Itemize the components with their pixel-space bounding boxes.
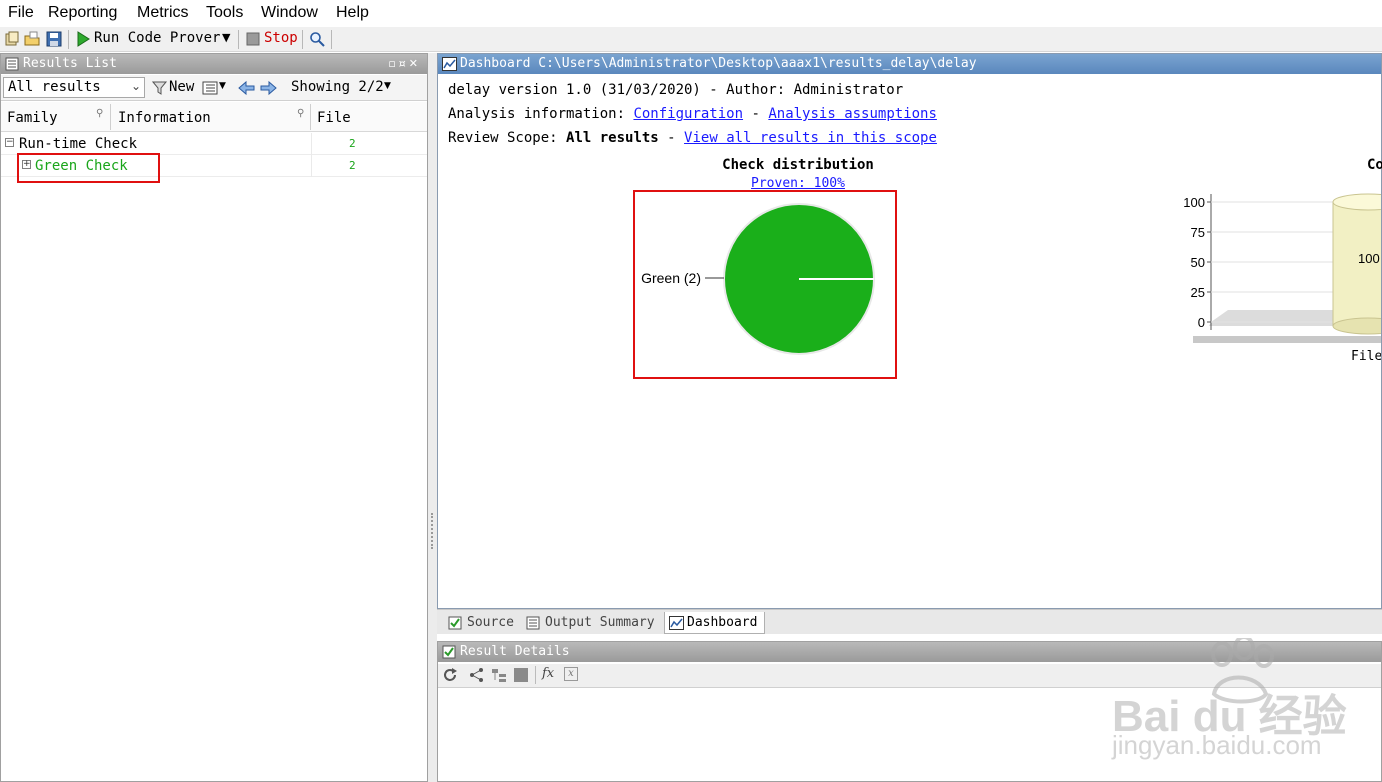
proven-percent-link[interactable]: Proven: 100% (751, 176, 845, 191)
column-header-family[interactable]: Family (7, 110, 58, 126)
results-filter-value: All results (8, 79, 101, 95)
dashboard-title-bar: Dashboard C:\Users\Administrator\Desktop… (438, 54, 1381, 74)
bar-value-label: 100 (1358, 251, 1380, 266)
chart-base (1193, 336, 1381, 343)
tree-row-count: 2 (349, 137, 356, 150)
review-scope-label: Review Scope: (448, 130, 558, 146)
new-project-icon[interactable] (4, 31, 20, 47)
menu-bar: File Reporting Metrics Tools Window Help (0, 0, 1382, 27)
panel-controls-icon[interactable]: ▫¤✕ (388, 54, 421, 74)
review-scope-value: All results (566, 130, 659, 146)
search-icon[interactable] (309, 31, 325, 47)
save-icon[interactable] (46, 31, 62, 47)
columns-icon[interactable] (202, 80, 218, 96)
bottom-tab-bar: Source Output Summary Dashboard (437, 609, 1382, 634)
configuration-link[interactable]: Configuration (633, 106, 743, 122)
list-icon (5, 57, 19, 71)
tab-output-summary[interactable]: Output Summary (523, 612, 655, 634)
previous-arrow-icon[interactable] (238, 80, 255, 96)
tab-source[interactable]: Source (445, 612, 514, 634)
clear-variable-icon[interactable]: x (564, 667, 578, 681)
information-filter-icon[interactable]: ⚲ (297, 108, 304, 119)
y-tick-label: 100 (1183, 195, 1205, 210)
y-tick-label: 50 (1191, 255, 1205, 270)
separator-dash: - (751, 106, 760, 122)
tree-row-label: Run-time Check (19, 136, 138, 152)
stop-icon[interactable] (245, 31, 261, 47)
dashboard-title: Dashboard C:\Users\Administrator\Desktop… (460, 56, 977, 71)
x-category-label: File (1351, 349, 1381, 364)
filter-icon[interactable] (152, 80, 168, 96)
refresh-icon[interactable] (442, 667, 458, 683)
analysis-info-line: Analysis information: Configuration - An… (448, 106, 937, 122)
menu-reporting[interactable]: Reporting (48, 4, 117, 22)
review-scope-line: Review Scope: All results - View all res… (448, 130, 937, 146)
new-filter-button[interactable]: New (169, 79, 194, 95)
version-line: delay version 1.0 (31/03/2020) - Author:… (448, 82, 904, 98)
output-summary-icon (526, 616, 540, 630)
y-tick-label: 75 (1191, 225, 1205, 240)
check-distribution-title: Check distribution (722, 157, 874, 173)
results-filter-bar: All results ⌄ New ▼ Showing 2/2 ▼ (1, 75, 427, 101)
results-list-panel: Results List ▫¤✕ All results ⌄ New ▼ Sho… (0, 53, 428, 782)
run-code-prover-button[interactable]: Run Code Prover (94, 30, 220, 46)
run-dropdown-icon[interactable]: ▼ (222, 31, 230, 44)
chart2-title: Co (1367, 157, 1382, 173)
results-filter-select[interactable]: All results ⌄ (3, 77, 145, 98)
results-list-title: Results List (23, 56, 117, 71)
annotation-highlight-box (17, 153, 160, 183)
menu-window[interactable]: Window (261, 4, 318, 22)
next-arrow-icon[interactable] (260, 80, 277, 96)
result-details-title: Result Details (460, 644, 570, 659)
columns-dropdown-icon[interactable]: ▼ (219, 81, 226, 91)
analysis-assumptions-link[interactable]: Analysis assumptions (768, 106, 937, 122)
watermark-url: jingyan.baidu.com (1112, 730, 1322, 760)
variable-icon[interactable] (513, 667, 529, 683)
annotation-highlight-box (633, 190, 897, 379)
dashboard-panel: Dashboard C:\Users\Administrator\Desktop… (437, 53, 1382, 609)
source-check-icon (448, 616, 462, 630)
coverage-bar-chart: 0 25 50 75 100 100 File (1183, 193, 1381, 364)
tab-dashboard[interactable]: Dashboard (664, 612, 765, 634)
column-header-file[interactable]: File (317, 110, 351, 126)
dashboard-chart-icon (442, 57, 457, 71)
menu-file[interactable]: File (8, 4, 34, 22)
menu-help[interactable]: Help (336, 4, 369, 22)
stop-button[interactable]: Stop (264, 30, 298, 46)
analysis-info-label: Analysis information: (448, 106, 626, 122)
view-all-results-link[interactable]: View all results in this scope (684, 130, 937, 146)
scope-dash: - (667, 130, 676, 146)
column-header-information[interactable]: Information (118, 110, 211, 126)
results-list-title-bar: Results List ▫¤✕ (1, 54, 427, 74)
family-filter-icon[interactable]: ⚲ (96, 108, 103, 119)
call-tree-icon[interactable] (491, 667, 507, 683)
y-tick-label: 0 (1198, 315, 1205, 330)
baidu-watermark: Bai du 经验 jingyan.baidu.com (1112, 638, 1372, 760)
open-project-icon[interactable] (24, 31, 40, 47)
showing-count: Showing 2/2 (291, 79, 384, 95)
dashboard-tab-icon (669, 616, 684, 630)
main-toolbar: Run Code Prover ▼ Stop (0, 27, 1382, 52)
vertical-splitter[interactable] (428, 53, 437, 782)
menu-tools[interactable]: Tools (206, 4, 243, 22)
showing-dropdown-icon[interactable]: ▼ (384, 81, 391, 91)
tree-row-runtime-check[interactable]: − Run-time Check 2 (1, 133, 427, 155)
results-column-headers: Family ⚲ Information ⚲ File (1, 102, 427, 132)
collapse-icon[interactable]: − (5, 138, 14, 147)
menu-metrics[interactable]: Metrics (137, 4, 189, 22)
function-icon[interactable]: fx (542, 666, 554, 681)
tree-row-count: 2 (349, 159, 356, 172)
run-icon[interactable] (75, 31, 91, 47)
share-graph-icon[interactable] (469, 667, 485, 683)
chevron-down-icon: ⌄ (130, 79, 141, 93)
y-tick-label: 25 (1191, 285, 1205, 300)
result-details-icon (442, 645, 456, 659)
